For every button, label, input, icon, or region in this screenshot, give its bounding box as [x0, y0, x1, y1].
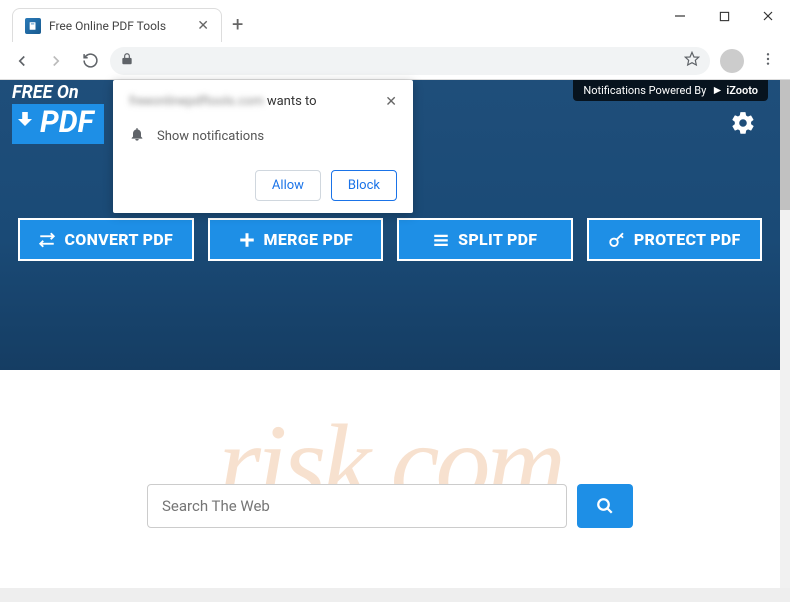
permission-label: Show notifications — [157, 129, 264, 144]
menu-lines-icon — [432, 231, 450, 249]
new-tab-button[interactable]: + — [232, 12, 243, 36]
lock-icon — [120, 51, 134, 70]
permission-origin: freeonlinepdftools.com wants to — [129, 94, 385, 109]
window-controls — [658, 0, 790, 32]
protect-pdf-button[interactable]: PROTECT PDF — [587, 218, 763, 261]
logo-main-text: PDF — [12, 104, 104, 144]
profile-avatar[interactable] — [720, 49, 744, 73]
tab-favicon-icon — [25, 18, 41, 34]
search-row — [147, 484, 633, 528]
browser-toolbar — [0, 42, 790, 80]
convert-pdf-button[interactable]: CONVERT PDF — [18, 218, 194, 261]
statusbar — [0, 588, 790, 602]
bell-icon — [129, 126, 145, 146]
maximize-button[interactable] — [702, 0, 746, 32]
plus-icon — [238, 231, 256, 249]
address-bar[interactable] — [110, 47, 710, 75]
close-window-button[interactable] — [746, 0, 790, 32]
site-logo: FREE On PDF — [12, 84, 104, 144]
logo-top-text: FREE On — [12, 84, 104, 102]
titlebar: Free Online PDF Tools ✕ + — [0, 0, 790, 42]
key-icon — [608, 231, 626, 249]
gear-icon[interactable] — [730, 110, 756, 140]
tab-title: Free Online PDF Tools — [49, 19, 189, 33]
search-icon — [596, 497, 614, 515]
forward-button[interactable] — [42, 47, 70, 75]
merge-pdf-button[interactable]: MERGE PDF — [208, 218, 384, 261]
permission-popup: freeonlinepdftools.com wants to ✕ Show n… — [113, 80, 413, 213]
back-button[interactable] — [8, 47, 36, 75]
permission-close-icon[interactable]: ✕ — [385, 94, 397, 110]
minimize-button[interactable] — [658, 0, 702, 32]
lower-section: risk.com — [0, 370, 780, 588]
swap-icon — [38, 231, 56, 249]
search-button[interactable] — [577, 484, 633, 528]
allow-button[interactable]: Allow — [255, 170, 321, 201]
reload-button[interactable] — [76, 47, 104, 75]
split-pdf-button[interactable]: SPLIT PDF — [397, 218, 573, 261]
search-input[interactable] — [147, 484, 567, 528]
notification-banner: Notifications Powered By iZooto — [573, 80, 768, 101]
menu-button[interactable] — [754, 51, 782, 71]
izooto-brand[interactable]: iZooto — [712, 84, 758, 97]
tab-close-icon[interactable]: ✕ — [197, 18, 209, 34]
permission-row: Show notifications — [129, 126, 397, 146]
action-row: CONVERT PDF MERGE PDF SPLIT PDF PROTECT … — [0, 218, 780, 261]
block-button[interactable]: Block — [331, 170, 397, 201]
browser-tab[interactable]: Free Online PDF Tools ✕ — [12, 8, 222, 42]
scroll-thumb[interactable] — [780, 80, 790, 210]
bookmark-star-icon[interactable] — [684, 51, 700, 71]
notif-powered-label: Notifications Powered By — [583, 84, 706, 97]
scrollbar[interactable] — [780, 80, 790, 588]
